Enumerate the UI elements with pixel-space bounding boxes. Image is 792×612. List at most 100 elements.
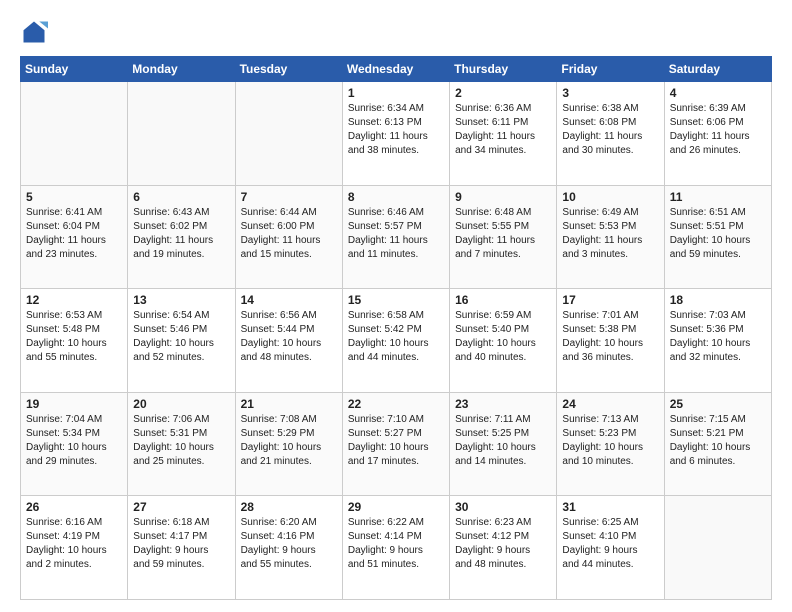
day-number: 7: [241, 190, 337, 204]
week-row-2: 5Sunrise: 6:41 AM Sunset: 6:04 PM Daylig…: [21, 185, 772, 289]
day-info: Sunrise: 6:36 AM Sunset: 6:11 PM Dayligh…: [455, 102, 551, 158]
day-number: 19: [26, 397, 122, 411]
day-cell: 23Sunrise: 7:11 AM Sunset: 5:25 PM Dayli…: [450, 392, 557, 496]
day-info: Sunrise: 6:39 AM Sunset: 6:06 PM Dayligh…: [670, 102, 766, 158]
header: [20, 18, 772, 46]
day-cell: 29 Sunrise: 6:22 AM Sunset: 4:14 PM Dayli…: [342, 496, 449, 600]
day-cell: 4 Sunrise: 6:39 AM Sunset: 6:06 PM Daylig…: [664, 82, 771, 186]
day-cell: 30 Sunrise: 6:23 AM Sunset: 4:12 PM Dayli…: [450, 496, 557, 600]
day-cell: 8Sunrise: 6:46 AM Sunset: 5:57 PM Daylig…: [342, 185, 449, 289]
day-cell: [21, 82, 128, 186]
day-number: 3: [562, 86, 658, 100]
day-info: Sunrise: 6:43 AM Sunset: 6:02 PM Dayligh…: [133, 206, 229, 262]
day-cell: 20Sunrise: 7:06 AM Sunset: 5:31 PM Dayli…: [128, 392, 235, 496]
day-number: 13: [133, 293, 229, 307]
day-number: 10: [562, 190, 658, 204]
day-info: Sunrise: 7:13 AM Sunset: 5:23 PM Dayligh…: [562, 413, 658, 469]
day-info: Sunrise: 6:41 AM Sunset: 6:04 PM Dayligh…: [26, 206, 122, 262]
day-info: Sunrise: 6:54 AM Sunset: 5:46 PM Dayligh…: [133, 309, 229, 365]
day-info: Sunrise: 7:01 AM Sunset: 5:38 PM Dayligh…: [562, 309, 658, 365]
day-number: 9: [455, 190, 551, 204]
day-number: 28: [241, 500, 337, 514]
day-cell: 6 Sunrise: 6:43 AM Sunset: 6:02 PM Daylig…: [128, 185, 235, 289]
week-row-3: 12 Sunrise: 6:53 AM Sunset: 5:48 PM Dayli…: [21, 289, 772, 393]
day-info: Sunrise: 6:22 AM Sunset: 4:14 PM Dayligh…: [348, 516, 444, 572]
day-number: 15: [348, 293, 444, 307]
day-number: 17: [562, 293, 658, 307]
logo-icon: [20, 18, 48, 46]
day-cell: [235, 82, 342, 186]
weekday-header-thursday: Thursday: [450, 57, 557, 82]
day-cell: 27 Sunrise: 6:18 AM Sunset: 4:17 PM Dayli…: [128, 496, 235, 600]
day-number: 2: [455, 86, 551, 100]
day-cell: 3 Sunrise: 6:38 AM Sunset: 6:08 PM Daylig…: [557, 82, 664, 186]
day-number: 14: [241, 293, 337, 307]
day-number: 4: [670, 86, 766, 100]
day-info: Sunrise: 6:53 AM Sunset: 5:48 PM Dayligh…: [26, 309, 122, 365]
day-info: Sunrise: 6:49 AM Sunset: 5:53 PM Dayligh…: [562, 206, 658, 262]
day-number: 18: [670, 293, 766, 307]
day-number: 24: [562, 397, 658, 411]
logo: [20, 18, 52, 46]
day-number: 27: [133, 500, 229, 514]
day-number: 6: [133, 190, 229, 204]
day-info: Sunrise: 6:48 AM Sunset: 5:55 PM Dayligh…: [455, 206, 551, 262]
day-cell: 16 Sunrise: 6:59 AM Sunset: 5:40 PM Dayli…: [450, 289, 557, 393]
day-cell: 31Sunrise: 6:25 AM Sunset: 4:10 PM Dayli…: [557, 496, 664, 600]
day-cell: 22Sunrise: 7:10 AM Sunset: 5:27 PM Dayli…: [342, 392, 449, 496]
day-info: Sunrise: 6:44 AM Sunset: 6:00 PM Dayligh…: [241, 206, 337, 262]
day-info: Sunrise: 6:38 AM Sunset: 6:08 PM Dayligh…: [562, 102, 658, 158]
day-number: 12: [26, 293, 122, 307]
day-number: 25: [670, 397, 766, 411]
day-cell: 5Sunrise: 6:41 AM Sunset: 6:04 PM Daylig…: [21, 185, 128, 289]
day-number: 16: [455, 293, 551, 307]
calendar-table: SundayMondayTuesdayWednesdayThursdayFrid…: [20, 56, 772, 600]
day-info: Sunrise: 6:51 AM Sunset: 5:51 PM Dayligh…: [670, 206, 766, 262]
day-cell: 11 Sunrise: 6:51 AM Sunset: 5:51 PM Dayli…: [664, 185, 771, 289]
day-info: Sunrise: 6:20 AM Sunset: 4:16 PM Dayligh…: [241, 516, 337, 572]
day-number: 29: [348, 500, 444, 514]
day-number: 8: [348, 190, 444, 204]
day-cell: 7 Sunrise: 6:44 AM Sunset: 6:00 PM Daylig…: [235, 185, 342, 289]
week-row-4: 19 Sunrise: 7:04 AM Sunset: 5:34 PM Dayli…: [21, 392, 772, 496]
weekday-header-row: SundayMondayTuesdayWednesdayThursdayFrid…: [21, 57, 772, 82]
week-row-1: 1 Sunrise: 6:34 AM Sunset: 6:13 PM Daylig…: [21, 82, 772, 186]
day-cell: 2 Sunrise: 6:36 AM Sunset: 6:11 PM Daylig…: [450, 82, 557, 186]
day-cell: 10 Sunrise: 6:49 AM Sunset: 5:53 PM Dayli…: [557, 185, 664, 289]
day-info: Sunrise: 6:16 AM Sunset: 4:19 PM Dayligh…: [26, 516, 122, 572]
day-cell: 9 Sunrise: 6:48 AM Sunset: 5:55 PM Daylig…: [450, 185, 557, 289]
day-number: 1: [348, 86, 444, 100]
page: SundayMondayTuesdayWednesdayThursdayFrid…: [0, 0, 792, 612]
day-info: Sunrise: 7:03 AM Sunset: 5:36 PM Dayligh…: [670, 309, 766, 365]
day-cell: 21 Sunrise: 7:08 AM Sunset: 5:29 PM Dayli…: [235, 392, 342, 496]
day-info: Sunrise: 7:04 AM Sunset: 5:34 PM Dayligh…: [26, 413, 122, 469]
day-number: 21: [241, 397, 337, 411]
day-info: Sunrise: 6:56 AM Sunset: 5:44 PM Dayligh…: [241, 309, 337, 365]
day-cell: 12 Sunrise: 6:53 AM Sunset: 5:48 PM Dayli…: [21, 289, 128, 393]
day-cell: [664, 496, 771, 600]
day-cell: 19 Sunrise: 7:04 AM Sunset: 5:34 PM Dayli…: [21, 392, 128, 496]
day-info: Sunrise: 6:34 AM Sunset: 6:13 PM Dayligh…: [348, 102, 444, 158]
week-row-5: 26 Sunrise: 6:16 AM Sunset: 4:19 PM Dayli…: [21, 496, 772, 600]
day-number: 26: [26, 500, 122, 514]
day-number: 20: [133, 397, 229, 411]
day-info: Sunrise: 7:08 AM Sunset: 5:29 PM Dayligh…: [241, 413, 337, 469]
day-cell: 24 Sunrise: 7:13 AM Sunset: 5:23 PM Dayli…: [557, 392, 664, 496]
day-cell: [128, 82, 235, 186]
day-info: Sunrise: 7:15 AM Sunset: 5:21 PM Dayligh…: [670, 413, 766, 469]
weekday-header-tuesday: Tuesday: [235, 57, 342, 82]
day-number: 30: [455, 500, 551, 514]
day-cell: 18 Sunrise: 7:03 AM Sunset: 5:36 PM Dayli…: [664, 289, 771, 393]
day-info: Sunrise: 6:23 AM Sunset: 4:12 PM Dayligh…: [455, 516, 551, 572]
weekday-header-sunday: Sunday: [21, 57, 128, 82]
day-info: Sunrise: 6:25 AM Sunset: 4:10 PM Dayligh…: [562, 516, 658, 572]
day-cell: 15 Sunrise: 6:58 AM Sunset: 5:42 PM Dayli…: [342, 289, 449, 393]
day-cell: 1 Sunrise: 6:34 AM Sunset: 6:13 PM Daylig…: [342, 82, 449, 186]
day-info: Sunrise: 6:59 AM Sunset: 5:40 PM Dayligh…: [455, 309, 551, 365]
day-number: 11: [670, 190, 766, 204]
day-cell: 28 Sunrise: 6:20 AM Sunset: 4:16 PM Dayli…: [235, 496, 342, 600]
weekday-header-friday: Friday: [557, 57, 664, 82]
day-number: 23: [455, 397, 551, 411]
day-info: Sunrise: 6:58 AM Sunset: 5:42 PM Dayligh…: [348, 309, 444, 365]
day-info: Sunrise: 6:18 AM Sunset: 4:17 PM Dayligh…: [133, 516, 229, 572]
